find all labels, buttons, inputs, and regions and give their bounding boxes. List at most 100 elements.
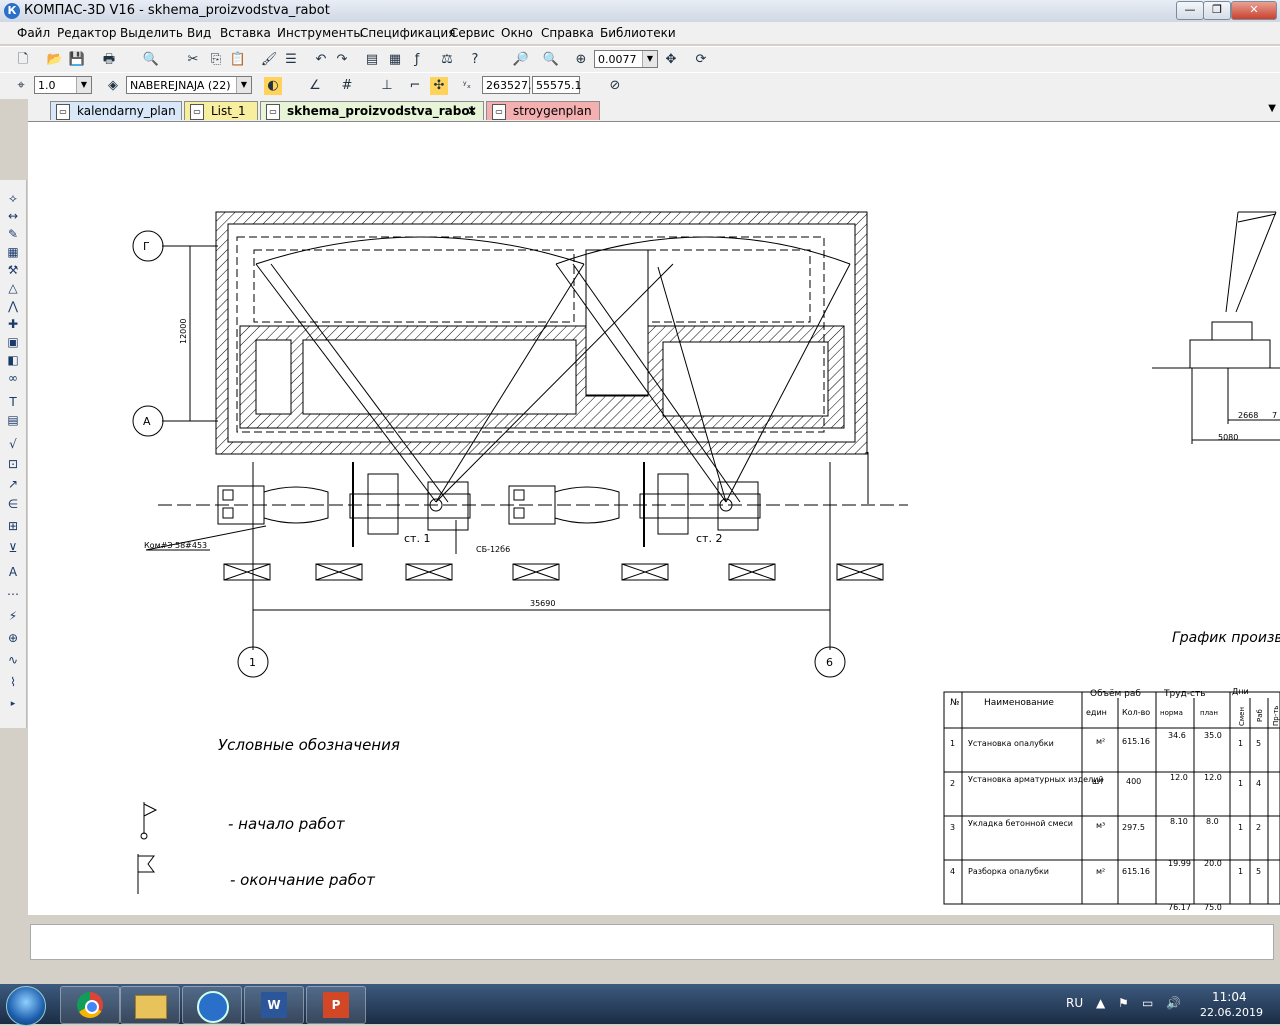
menu-tools[interactable]: Инструменты	[277, 26, 363, 40]
frame-icon[interactable]: ⊞	[5, 518, 21, 534]
clock-time[interactable]: 11:04	[1212, 990, 1247, 1004]
ortho-icon[interactable]: ∠	[306, 77, 324, 95]
parametrization-icon[interactable]: ⚒	[5, 262, 21, 278]
close-button[interactable]: ✕	[1231, 1, 1277, 20]
menu-window[interactable]: Окно	[501, 26, 533, 40]
drawing-canvas[interactable]: Г А 1 6 12000 35690 Ком#З 58#453 ст. 1 с…	[28, 121, 1280, 915]
menu-file[interactable]: Файл	[17, 26, 50, 40]
word-taskbar-icon[interactable]: W	[244, 986, 304, 1024]
symbols-icon[interactable]: ✎	[5, 226, 21, 242]
tabs-overflow-chevron-icon[interactable]: ▼	[1268, 103, 1276, 114]
menu-specification[interactable]: Спецификация	[360, 26, 455, 40]
minimize-button[interactable]: —	[1176, 1, 1204, 20]
tab-kalendarny-plan[interactable]: ▭ kalendarny_plan	[50, 101, 182, 120]
kompas-taskbar-icon[interactable]	[182, 986, 242, 1024]
coord-y-field[interactable]: 55575.1	[532, 76, 582, 94]
tab-list-1[interactable]: ▭ List_1	[184, 101, 258, 120]
zoom-fit-icon[interactable]: 🔍	[542, 51, 560, 69]
start-button[interactable]	[6, 986, 46, 1026]
copy-icon[interactable]: ⎘	[207, 51, 225, 69]
text-icon[interactable]: T	[5, 394, 21, 410]
color-icon[interactable]: ◐	[264, 77, 282, 95]
grid-icon[interactable]: #	[338, 77, 356, 95]
tab-skhema-proizvodstva-rabot[interactable]: ▭ skhema_proizvodstva_rabot ✕	[260, 101, 484, 120]
view-icon[interactable]: ◧	[5, 352, 21, 368]
report-icon[interactable]: ▣	[5, 334, 21, 350]
open-icon[interactable]: 📂	[46, 51, 64, 69]
wave-icon[interactable]: ∿	[5, 652, 21, 668]
library-icon[interactable]: ▦	[386, 51, 404, 69]
dimensions-icon[interactable]: ↔	[5, 208, 21, 224]
close-tab-icon[interactable]: ✕	[467, 102, 477, 121]
snap-icon[interactable]: ✣	[430, 77, 448, 95]
menu-libraries[interactable]: Библиотеки	[600, 26, 676, 40]
manager-icon[interactable]: ▤	[363, 51, 381, 69]
local-cs-icon[interactable]: ⊥	[378, 77, 396, 95]
new-document-icon[interactable]: 🗋	[14, 51, 32, 69]
paste-icon[interactable]: 📋	[229, 51, 247, 69]
properties-icon[interactable]: ☰	[282, 51, 300, 69]
cut-icon[interactable]: ✂	[184, 51, 202, 69]
menu-help[interactable]: Справка	[541, 26, 594, 40]
edit-icon[interactable]: ▦	[5, 244, 21, 260]
chevron-down-icon[interactable]: ▼	[76, 77, 91, 93]
preview-icon[interactable]: 🔍	[142, 51, 160, 69]
measure-tool-icon[interactable]: △	[5, 280, 21, 296]
view-arrow-icon[interactable]: A	[5, 564, 21, 580]
powerpoint-taskbar-icon[interactable]: P	[306, 986, 366, 1024]
menu-select[interactable]: Выделить	[120, 26, 183, 40]
axis-line-icon[interactable]: ⋯	[5, 586, 21, 602]
lightning-icon[interactable]: ⚡	[5, 608, 21, 624]
zoom-window-icon[interactable]: 🔎	[512, 51, 530, 69]
help-pointer-icon[interactable]: ?	[466, 51, 484, 69]
stop-icon[interactable]: ⊘	[606, 77, 624, 95]
roughness-icon[interactable]: √	[5, 436, 21, 452]
layer-select[interactable]: NABEREJNAJA (22) ▼	[126, 76, 252, 94]
language-indicator[interactable]: RU	[1066, 996, 1083, 1010]
redo-icon[interactable]: ↷	[333, 51, 351, 69]
menu-view[interactable]: Вид	[187, 26, 211, 40]
menu-service[interactable]: Сервис	[450, 26, 495, 40]
zoom-in-icon[interactable]: ⊕	[572, 51, 590, 69]
break-line-icon[interactable]: ⌇	[5, 674, 21, 690]
menu-editor[interactable]: Редактор	[57, 26, 116, 40]
table-icon[interactable]: ▤	[5, 412, 21, 428]
zoom-level-field[interactable]: 0.0077 ▼	[594, 50, 658, 68]
tab-stroygenplan[interactable]: ▭ stroygenplan	[486, 101, 600, 120]
network-icon[interactable]: ▭	[1142, 996, 1153, 1010]
leader-icon[interactable]: ↗	[5, 476, 21, 492]
position-icon[interactable]: ∈	[5, 496, 21, 512]
base-icon[interactable]: ⊡	[5, 456, 21, 472]
select-tool-icon[interactable]: ⋀	[5, 298, 21, 314]
maximize-button[interactable]: ❐	[1203, 1, 1231, 20]
pan-icon[interactable]: ✥	[662, 51, 680, 69]
orthogonal-icon[interactable]: ⌐	[406, 77, 424, 95]
action-center-icon[interactable]: ⚑	[1118, 996, 1129, 1010]
chevron-down-icon[interactable]: ▼	[642, 51, 657, 67]
print-icon[interactable]: 🖶	[100, 51, 118, 69]
center-mark-icon[interactable]: ⊕	[5, 630, 21, 646]
menu-insert[interactable]: Вставка	[220, 26, 271, 40]
level-mark-icon[interactable]: ⊻	[5, 540, 21, 556]
spec-icon[interactable]: ✚	[5, 316, 21, 332]
points-snap-icon[interactable]: ⌖	[12, 77, 30, 95]
chevron-down-icon[interactable]: ▼	[236, 77, 251, 93]
expand-chevron-icon[interactable]: ▸	[5, 696, 21, 712]
clock-date[interactable]: 22.06.2019	[1200, 1006, 1263, 1019]
geometry-icon[interactable]: ⟡	[5, 190, 21, 206]
chrome-taskbar-icon[interactable]	[60, 986, 120, 1024]
tray-chevron-up-icon[interactable]: ▲	[1096, 996, 1105, 1010]
link-icon[interactable]: ∞	[5, 370, 21, 386]
variables-icon[interactable]: ƒ	[408, 51, 426, 69]
explorer-taskbar-icon[interactable]	[120, 986, 180, 1024]
undo-icon[interactable]: ↶	[312, 51, 330, 69]
refresh-icon[interactable]: ⟳	[692, 51, 710, 69]
line-scale-field[interactable]: 1.0 ▼	[34, 76, 92, 94]
layer-icon[interactable]: ◈	[104, 77, 122, 95]
status-bar[interactable]	[30, 924, 1274, 960]
coord-x-field[interactable]: 263527.	[482, 76, 532, 94]
volume-icon[interactable]: 🔊	[1166, 996, 1181, 1010]
save-icon[interactable]: 💾	[68, 51, 86, 69]
format-brush-icon[interactable]: 🖌	[260, 51, 278, 69]
measure-icon[interactable]: ⚖	[438, 51, 456, 69]
